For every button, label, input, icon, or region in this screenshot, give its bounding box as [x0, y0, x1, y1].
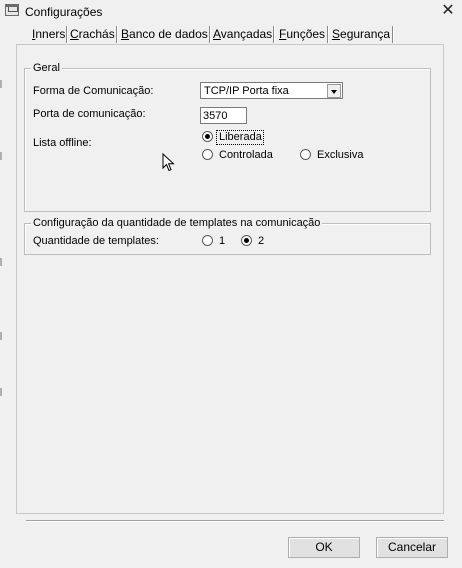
group-templates-legend: Configuração da quantidade de templates … [31, 217, 323, 230]
forma-comunicacao-select[interactable]: TCP/IP Porta fixa [200, 82, 343, 99]
quantidade-templates-label: Quantidade de templates: [33, 235, 159, 247]
porta-comunicacao-field[interactable] [200, 107, 247, 124]
radio-templates-2[interactable] [241, 235, 252, 246]
radio-liberada-label[interactable]: Liberada [219, 131, 262, 144]
chevron-down-icon[interactable] [327, 84, 341, 98]
tab-avancadas[interactable]: Avançadas [210, 26, 274, 43]
radio-templates-1[interactable] [202, 235, 213, 246]
forma-comunicacao-label: Forma de Comunicação: [33, 85, 154, 97]
tab-inners[interactable]: Inners [29, 26, 67, 43]
radio-controlada[interactable] [202, 149, 213, 160]
mouse-cursor-icon [162, 153, 175, 172]
tab-crachas[interactable]: Crachás [67, 26, 117, 43]
radio-exclusiva[interactable] [300, 149, 311, 160]
radio-templates-2-label[interactable]: 2 [258, 235, 264, 248]
radio-exclusiva-label[interactable]: Exclusiva [317, 149, 363, 162]
left-edge-mark [0, 152, 2, 160]
forma-comunicacao-value: TCP/IP Porta fixa [204, 85, 289, 97]
tab-banco-de-dados[interactable]: Banco de dados [118, 26, 210, 43]
radio-templates-1-label[interactable]: 1 [219, 235, 225, 248]
radio-liberada[interactable] [202, 131, 213, 142]
left-edge-mark [0, 388, 2, 396]
ok-button[interactable]: OK [288, 537, 360, 558]
left-edge-mark [0, 80, 2, 88]
radio-controlada-label[interactable]: Controlada [219, 149, 273, 162]
lista-offline-label: Lista offline: [33, 137, 92, 149]
tab-seguranca[interactable]: Segurança [329, 26, 393, 43]
tab-funcoes[interactable]: Funções [276, 26, 328, 43]
left-edge-mark [0, 258, 2, 266]
window-title: Configurações [25, 5, 103, 19]
close-icon[interactable]: ✕ [439, 2, 457, 20]
group-geral-legend: Geral [31, 62, 62, 75]
left-edge-mark [0, 332, 2, 340]
porta-comunicacao-label: Porta de comunicação: [33, 108, 146, 120]
cancel-button[interactable]: Cancelar [376, 537, 448, 558]
app-icon [5, 4, 19, 16]
footer-separator [26, 520, 444, 521]
porta-comunicacao-input[interactable] [203, 109, 241, 122]
